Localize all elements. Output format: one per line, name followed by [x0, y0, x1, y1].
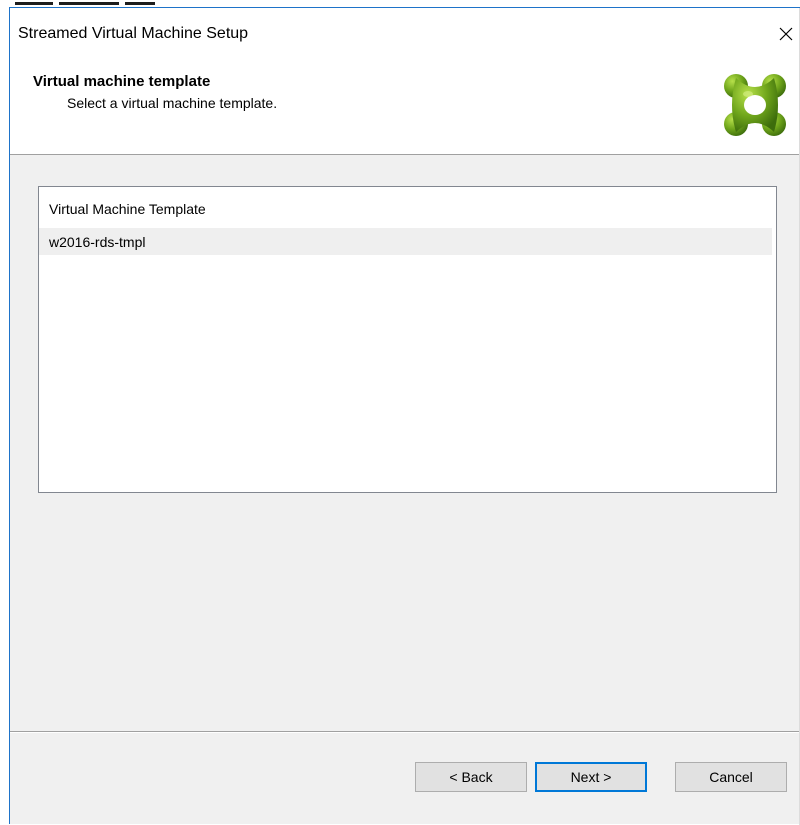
background-window-fragment — [9, 0, 169, 7]
wizard-header: Virtual machine template Select a virtua… — [10, 60, 800, 155]
setup-dialog: Streamed Virtual Machine Setup Virtual m… — [9, 7, 800, 825]
cancel-button[interactable]: Cancel — [675, 762, 787, 792]
column-header-template[interactable]: Virtual Machine Template — [39, 187, 776, 227]
template-list[interactable]: Virtual Machine Template w2016-rds-tmpl — [38, 186, 777, 493]
title-bar: Streamed Virtual Machine Setup — [10, 8, 800, 60]
citrix-logo-icon — [724, 74, 786, 136]
page-subtitle: Select a virtual machine template. — [67, 95, 278, 111]
window-title: Streamed Virtual Machine Setup — [18, 25, 249, 42]
list-item[interactable]: w2016-rds-tmpl — [39, 228, 772, 255]
page-title: Virtual machine template — [33, 73, 211, 90]
footer-divider-highlight — [10, 732, 800, 733]
back-button[interactable]: < Back — [415, 762, 527, 792]
next-button[interactable]: Next > — [535, 762, 647, 792]
close-icon — [779, 27, 793, 41]
close-button[interactable] — [772, 20, 800, 48]
